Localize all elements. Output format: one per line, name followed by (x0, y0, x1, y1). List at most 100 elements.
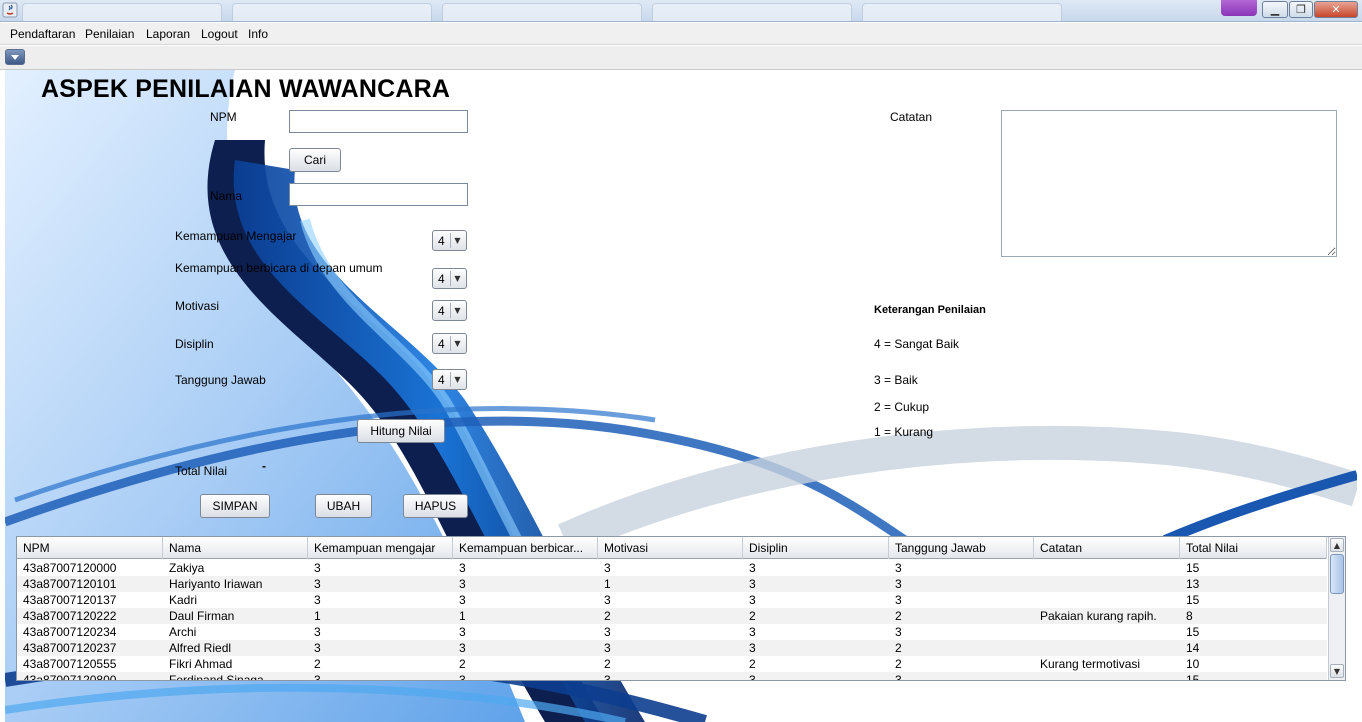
table-row[interactable]: 43a87007120000 Zakiya 3 3 3 3 3 15 (17, 560, 1327, 576)
cell-npm: 43a87007120101 (23, 577, 117, 591)
cell-nama: Ferdinand Sinaga (169, 673, 264, 681)
cell-tanggung-jawab: 2 (895, 657, 902, 671)
cell-catatan (1034, 672, 1180, 680)
cell-total-nilai: 15 (1186, 625, 1200, 639)
cell-tanggung-jawab: 3 (895, 593, 902, 607)
scroll-thumb[interactable] (1330, 554, 1344, 594)
cell-kemampuan-mengajar: 3 (314, 561, 321, 575)
cell-total-nilai: 15 (1186, 561, 1200, 575)
menu-pendaftaran[interactable]: Pendaftaran (10, 27, 75, 41)
column-header-motivasi[interactable]: Motivasi (598, 537, 743, 559)
scroll-down-icon[interactable]: ▼ (1330, 664, 1344, 678)
cell-motivasi: 2 (604, 609, 611, 623)
cell-disiplin: 3 (749, 641, 756, 655)
cell-kemampuan-berbicara: 3 (459, 577, 466, 591)
catatan-textarea[interactable] (1001, 110, 1337, 257)
table-row[interactable]: 43a87007120800 Ferdinand Sinaga 3 3 3 3 3 15 (17, 672, 1327, 681)
hapus-button[interactable]: HAPUS (403, 494, 468, 518)
nama-input[interactable] (289, 183, 468, 206)
table-header: NPM Nama Kemampuan mengajar Kemampuan be… (17, 537, 1327, 559)
java-icon (2, 2, 18, 18)
scroll-up-icon[interactable]: ▲ (1330, 538, 1344, 552)
table-row[interactable]: 43a87007120222 Daul Firman 1 1 2 2 2 Pakaian ku… (17, 608, 1327, 624)
kemampuan-mengajar-select[interactable]: 4 ▼ (432, 230, 467, 251)
column-header-kemampuan-berbicara[interactable]: Kemampuan berbicar... (453, 537, 598, 559)
cell-total-nilai: 8 (1186, 609, 1193, 623)
cell-kemampuan-mengajar: 1 (314, 609, 321, 623)
kemampuan-berbicara-select[interactable]: 4 ▼ (432, 268, 467, 289)
motivasi-select[interactable]: 4 ▼ (432, 300, 467, 321)
cell-total-nilai: 15 (1186, 593, 1200, 607)
column-header-npm[interactable]: NPM (17, 537, 163, 559)
restore-button[interactable]: ❐ (1289, 1, 1313, 18)
cari-button[interactable]: Cari (289, 148, 341, 172)
tanggung-jawab-select[interactable]: 4 ▼ (432, 369, 467, 390)
penilaian-panel: ASPEK PENILAIAN WAWANCARA NPM Cari Nama … (5, 70, 1357, 722)
penilaian-table[interactable]: NPM Nama Kemampuan mengajar Kemampuan be… (16, 536, 1346, 681)
cell-motivasi: 1 (604, 577, 611, 591)
cell-motivasi: 2 (604, 657, 611, 671)
total-nilai-label: Total Nilai (175, 464, 228, 478)
column-header-tanggung-jawab[interactable]: Tanggung Jawab (889, 537, 1034, 559)
window-title-bar: ▁ ❐ ✕ (0, 0, 1362, 22)
frame-menu-button[interactable] (5, 49, 25, 65)
menu-info[interactable]: Info (248, 27, 268, 41)
cell-catatan (1034, 592, 1180, 608)
select-value: 4 (438, 373, 445, 387)
npm-label: NPM (210, 110, 237, 124)
menu-penilaian[interactable]: Penilaian (85, 27, 134, 41)
catatan-label: Catatan (890, 110, 933, 124)
column-header-disiplin[interactable]: Disiplin (743, 537, 889, 559)
table-row[interactable]: 43a87007120555 Fikri Ahmad 2 2 2 2 2 Kurang ter… (17, 656, 1327, 672)
cell-kemampuan-mengajar: 3 (314, 593, 321, 607)
npm-input[interactable] (289, 110, 468, 133)
chevron-down-icon (11, 55, 19, 60)
select-value: 4 (438, 234, 445, 248)
chevron-down-icon: ▼ (450, 271, 464, 286)
table-row[interactable]: 43a87007120234 Archi 3 3 3 3 3 15 (17, 624, 1327, 640)
cell-npm: 43a87007120800 (23, 673, 117, 681)
table-row[interactable]: 43a87007120237 Alfred Riedl 3 3 3 3 2 14 (17, 640, 1327, 656)
cell-nama: Fikri Ahmad (169, 657, 233, 671)
ubah-button[interactable]: UBAH (315, 494, 372, 518)
hitung-nilai-button[interactable]: Hitung Nilai (357, 419, 445, 443)
select-value: 4 (438, 304, 445, 318)
kemampuan-berbicara-label: Kemampuan berbicara di depan umum (175, 261, 383, 275)
cell-npm: 43a87007120137 (23, 593, 117, 607)
select-value: 4 (438, 337, 445, 351)
browser-tab-ghost (442, 3, 642, 21)
table-row[interactable]: 43a87007120137 Kadri 3 3 3 3 3 15 (17, 592, 1327, 608)
cell-nama: Alfred Riedl (169, 641, 232, 655)
cell-total-nilai: 14 (1186, 641, 1200, 655)
browser-tab-ghost (652, 3, 852, 21)
column-header-total-nilai[interactable]: Total Nilai (1180, 537, 1327, 559)
cell-nama: Hariyanto Iriawan (169, 577, 263, 591)
cell-motivasi: 3 (604, 593, 611, 607)
cell-kemampuan-berbicara: 3 (459, 641, 466, 655)
cell-kemampuan-berbicara: 3 (459, 625, 466, 639)
column-header-catatan[interactable]: Catatan (1034, 537, 1180, 559)
cell-npm: 43a87007120555 (23, 657, 117, 671)
cell-kemampuan-mengajar: 3 (314, 673, 321, 681)
cell-total-nilai: 10 (1186, 657, 1200, 671)
disiplin-select[interactable]: 4 ▼ (432, 333, 467, 354)
minimize-button[interactable]: ▁ (1262, 1, 1288, 18)
keterangan-heading: Keterangan Penilaian (874, 304, 986, 316)
column-header-kemampuan-mengajar[interactable]: Kemampuan mengajar (308, 537, 453, 559)
cell-kemampuan-berbicara: 3 (459, 561, 466, 575)
table-row[interactable]: 43a87007120101 Hariyanto Iriawan 3 3 1 3 3 13 (17, 576, 1327, 592)
cell-nama: Archi (169, 625, 197, 639)
page-title: ASPEK PENILAIAN WAWANCARA (41, 75, 451, 103)
table-body: 43a87007120000 Zakiya 3 3 3 3 3 15 43a8700712010… (17, 560, 1327, 681)
column-header-nama[interactable]: Nama (163, 537, 308, 559)
browser-extension-tab[interactable] (1221, 0, 1257, 16)
table-vertical-scrollbar[interactable]: ▲ ▼ (1328, 537, 1345, 680)
cell-tanggung-jawab: 3 (895, 577, 902, 591)
cell-npm: 43a87007120237 (23, 641, 117, 655)
browser-tab-ghost (232, 3, 432, 21)
close-button[interactable]: ✕ (1314, 1, 1358, 18)
menu-laporan[interactable]: Laporan (146, 27, 190, 41)
simpan-button[interactable]: SIMPAN (200, 494, 270, 518)
menu-logout[interactable]: Logout (201, 27, 238, 41)
cell-catatan (1034, 624, 1180, 640)
